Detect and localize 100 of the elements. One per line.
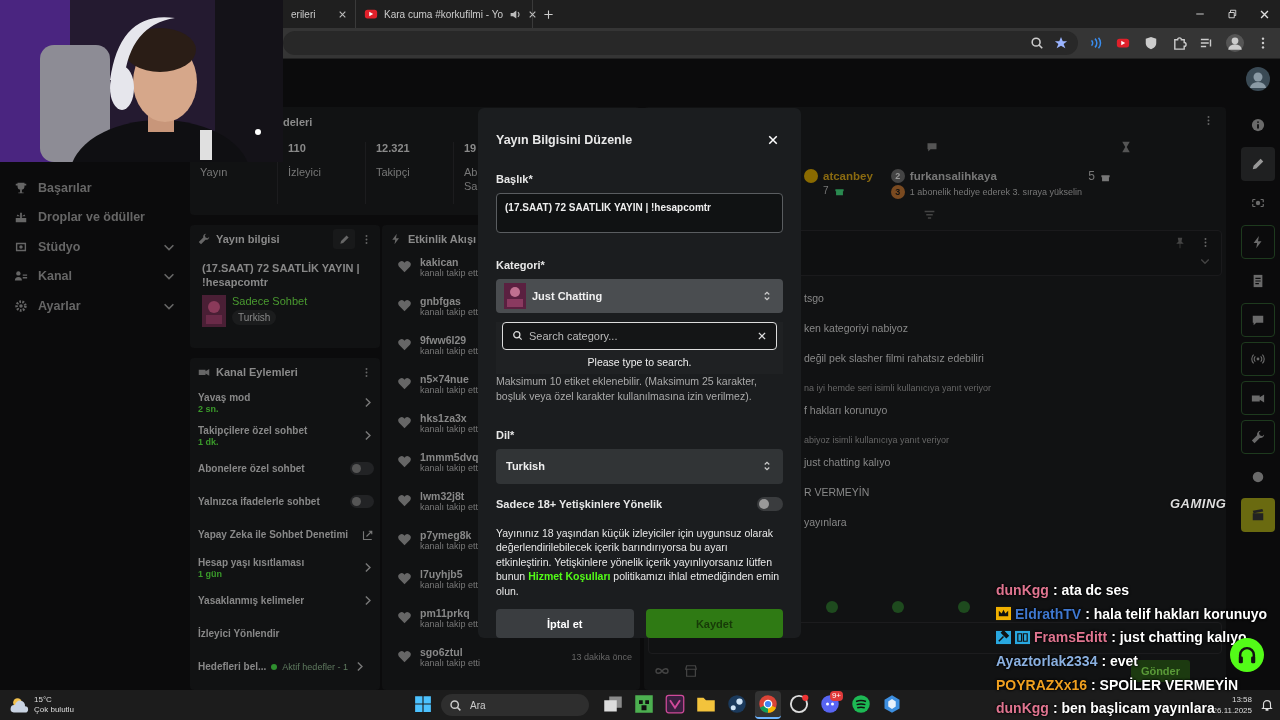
sidebar-button[interactable] bbox=[1241, 420, 1275, 454]
search-field[interactable]: Ara bbox=[441, 694, 589, 716]
action-row[interactable]: Yapay Zeka ile Sohbet Denetimi bbox=[190, 518, 380, 551]
leader-name: atcanbey bbox=[823, 170, 873, 182]
app-icon bbox=[789, 694, 809, 714]
heart-icon bbox=[397, 454, 412, 469]
gift-icon bbox=[14, 210, 28, 225]
category-link[interactable]: Sadece Sohbet bbox=[232, 295, 308, 307]
stat-value: 12.321 bbox=[376, 142, 411, 156]
card-title: Etkinlik Akışı bbox=[408, 233, 477, 245]
sidebar-button[interactable] bbox=[1241, 381, 1275, 415]
wave-icon bbox=[1088, 36, 1102, 50]
broadcast-icon bbox=[1251, 352, 1265, 366]
sidebar-button[interactable] bbox=[1241, 303, 1275, 337]
rank-badge: 2 bbox=[890, 169, 905, 183]
toggle-switch[interactable] bbox=[757, 496, 783, 511]
toggle-switch[interactable] bbox=[350, 495, 374, 508]
stat-label: Takipçi bbox=[376, 166, 411, 178]
notification-badge: 9+ bbox=[829, 691, 843, 701]
avatar[interactable] bbox=[1246, 67, 1270, 91]
gear-icon bbox=[14, 298, 28, 313]
bookmark-star-icon bbox=[1054, 36, 1068, 50]
language-select[interactable]: Turkish bbox=[496, 449, 783, 484]
category-search-field[interactable]: Search category... bbox=[502, 322, 777, 351]
action-value: 1 dk. bbox=[198, 437, 219, 447]
edit-button[interactable] bbox=[333, 229, 355, 249]
leader-name: furkansalihkaya bbox=[909, 170, 997, 182]
video-site-icon bbox=[1116, 36, 1130, 50]
dialog-title: Yayın Bilgisini Düzenle bbox=[496, 133, 633, 147]
sidebar-button[interactable] bbox=[1241, 147, 1275, 181]
event-user: n5×74nue bbox=[420, 372, 469, 385]
action-row[interactable]: Hesap yaşı kısıtlaması 1 gün bbox=[190, 551, 380, 584]
field-label: Kategori* bbox=[496, 259, 546, 272]
chat-tab[interactable] bbox=[926, 141, 938, 153]
stream-title: (17.SAAT) 72 SAATLİK YAYIN | !hesapcomtr bbox=[201, 261, 361, 289]
action-row[interactable]: Yasaklanmış kelimeler bbox=[190, 584, 380, 617]
timer-tab[interactable] bbox=[1120, 141, 1132, 153]
adult-content-notice: Yayınınız 18 yaşından küçük izleyiciler için uygunsuz olarak değerlendirilebilecek içerik barındırıyorsa bu ayarı etkinleştirin. Yetişkinlere yönelik içerik yayınlıyorsanız lütfen bunun Hizmet Koşulları politikamızı ihlal etmediğinden emin olun. bbox=[496, 525, 781, 598]
shield-icon bbox=[1144, 36, 1158, 50]
event-text: kanalı takip ett bbox=[420, 384, 479, 395]
toggle-switch[interactable] bbox=[350, 462, 374, 475]
trophy-icon bbox=[14, 180, 28, 195]
cancel-button[interactable]: İptal et bbox=[496, 609, 634, 638]
windows-icon bbox=[414, 695, 432, 713]
gift-count: 5 bbox=[1088, 169, 1095, 183]
profile-avatar-icon[interactable] bbox=[1226, 34, 1244, 52]
event-user: gnbfgas bbox=[420, 294, 461, 307]
event-user: 9fww6l29 bbox=[420, 333, 467, 346]
sidebar-button[interactable] bbox=[1241, 498, 1275, 532]
action-row[interactable]: Yavaş mod 2 sn. bbox=[190, 386, 380, 419]
chat-message: just chatting kalıyo bbox=[804, 455, 891, 470]
action-value: 2 sn. bbox=[198, 404, 219, 414]
chat-message: f hakları korunuyo bbox=[804, 403, 888, 418]
terms-link[interactable]: Hizmet Koşulları bbox=[528, 570, 611, 582]
chat-username: EldrathTV bbox=[1015, 605, 1082, 622]
chat-icon bbox=[1251, 313, 1265, 327]
app-icon bbox=[758, 694, 778, 714]
camera-icon bbox=[198, 366, 210, 378]
action-label: Abonelere özel sohbet bbox=[198, 462, 305, 475]
category-select[interactable]: Just Chatting bbox=[496, 279, 783, 314]
temperature: 15°C bbox=[34, 695, 53, 705]
nav-item[interactable]: Başarılar bbox=[0, 173, 190, 203]
event-text: kanalı takip ett bbox=[420, 267, 479, 278]
chat-message: ken kategoriyi nabiyoz bbox=[804, 321, 908, 336]
event-text: kanalı takip ett bbox=[420, 501, 479, 512]
extensions-icon bbox=[1171, 35, 1187, 51]
taskbar-app[interactable] bbox=[755, 691, 781, 719]
playlist-icon bbox=[1200, 36, 1214, 50]
nav-item[interactable]: Ayarlar bbox=[0, 291, 190, 321]
nav-item[interactable]: Droplar ve ödüller bbox=[0, 202, 190, 232]
close-icon bbox=[1258, 8, 1270, 20]
action-row[interactable]: İzleyici Yönlendir bbox=[190, 617, 380, 650]
event-text: kanalı takip ett bbox=[420, 306, 479, 317]
action-label: Yasaklanmış kelimeler bbox=[198, 594, 305, 607]
pencil-icon bbox=[338, 233, 350, 245]
chat-icon bbox=[926, 141, 938, 153]
event-time: 13 dakika önce bbox=[571, 651, 632, 662]
weather-text: Çok bulutlu bbox=[34, 705, 75, 715]
action-row[interactable]: Yalnızca ifadelerle sohbet bbox=[190, 485, 380, 518]
action-row[interactable]: Takipçilere özel sohbet 1 dk. bbox=[190, 419, 380, 452]
title-field[interactable]: (17.SAAT) 72 SAATLİK YAYIN | !hesapcomtr bbox=[496, 193, 783, 234]
close-button[interactable] bbox=[767, 134, 779, 146]
event-text: kanalı takip ett bbox=[420, 345, 479, 356]
nav-item[interactable]: Kanal bbox=[0, 261, 190, 291]
close-icon bbox=[527, 9, 537, 19]
heart-icon bbox=[397, 571, 412, 586]
document-icon bbox=[1251, 274, 1265, 288]
action-row[interactable]: Hedefleri bel... Aktif hedefler - 1 bbox=[190, 650, 380, 683]
event-text: kanalı takip ett bbox=[420, 540, 479, 551]
stat-value: 110 bbox=[288, 142, 307, 156]
event-user: l7uyhjb5 bbox=[420, 567, 463, 580]
app-icon bbox=[665, 694, 685, 714]
event-text: kanalı takip ett bbox=[420, 462, 479, 473]
action-row[interactable]: Abonelere özel sohbet bbox=[190, 452, 380, 485]
bolt-icon bbox=[390, 233, 402, 245]
app-icon bbox=[851, 694, 871, 714]
taskbar-app[interactable]: 9+ bbox=[817, 691, 843, 719]
event-user: lwm32j8t bbox=[420, 489, 465, 502]
nav-item[interactable]: Stüdyo bbox=[0, 232, 190, 262]
event-user: pm11prkq bbox=[420, 606, 470, 619]
